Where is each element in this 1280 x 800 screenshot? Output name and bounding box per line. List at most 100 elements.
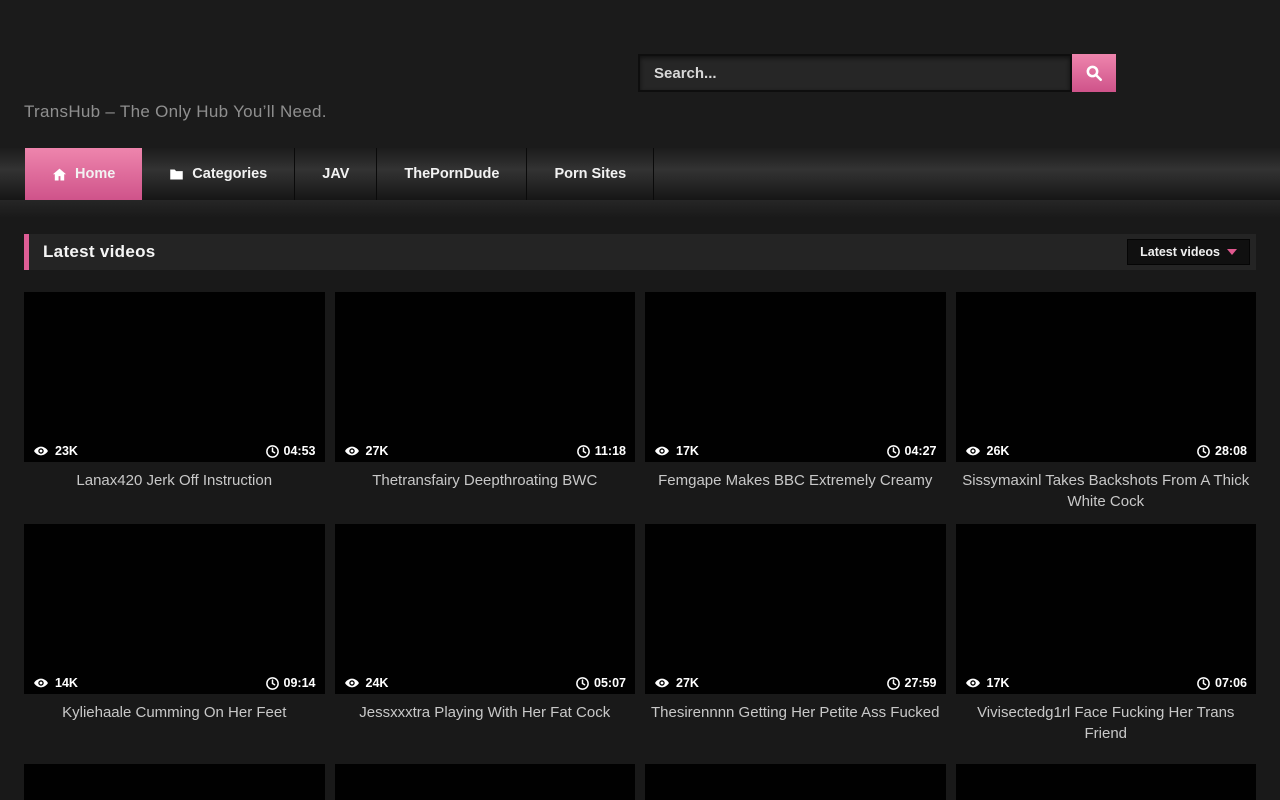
clock-icon	[265, 444, 280, 459]
duration-stat: 04:53	[265, 444, 316, 459]
clock-icon	[886, 676, 901, 691]
duration-text: 28:08	[1215, 444, 1247, 458]
views-stat: 24K	[344, 675, 389, 691]
nav-item-porn-sites[interactable]: Porn Sites	[527, 148, 654, 200]
video-card-partial[interactable]	[24, 756, 325, 800]
views-count: 17K	[987, 676, 1010, 690]
video-title[interactable]: Vivisectedg1rl Face Fucking Her Trans Fr…	[956, 694, 1257, 756]
video-title[interactable]: Jessxxxtra Playing With Her Fat Cock	[335, 694, 636, 756]
views-stat: 14K	[33, 675, 78, 691]
duration-stat: 27:59	[886, 676, 937, 691]
video-title[interactable]: Sissymaxinl Takes Backshots From A Thick…	[956, 462, 1257, 524]
search-bar	[638, 54, 1116, 92]
thumb-stats: 17K 07:06	[956, 675, 1257, 691]
video-card[interactable]: 17K 07:06 Vivisectedg1rl Face Fucking He…	[956, 524, 1257, 756]
video-title[interactable]: Thesirennnn Getting Her Petite Ass Fucke…	[645, 694, 946, 756]
video-thumbnail[interactable]: 17K 04:27	[645, 292, 946, 462]
views-stat: 17K	[965, 675, 1010, 691]
duration-stat: 05:07	[575, 676, 626, 691]
thumb-stats: 14K 09:14	[24, 675, 325, 691]
section-header: Latest videos Latest videos	[24, 234, 1256, 270]
views-count: 17K	[676, 444, 699, 458]
duration-text: 04:53	[284, 444, 316, 458]
nav-item-categories[interactable]: Categories	[142, 148, 295, 200]
nav-item-theporndude[interactable]: ThePornDude	[377, 148, 527, 200]
video-thumbnail[interactable]: 17K 07:06	[956, 524, 1257, 694]
site-tagline: TransHub – The Only Hub You’ll Need.	[24, 102, 327, 122]
nav-item-home[interactable]: Home	[25, 148, 142, 200]
video-card[interactable]: 17K 04:27 Femgape Makes BBC Extremely Cr…	[645, 292, 946, 524]
search-icon	[1085, 64, 1103, 82]
nav-label: Porn Sites	[554, 166, 626, 182]
views-count: 14K	[55, 676, 78, 690]
thumb-stats: 17K 04:27	[645, 443, 946, 459]
video-title[interactable]: Lanax420 Jerk Off Instruction	[24, 462, 325, 524]
nav-label: ThePornDude	[404, 166, 499, 182]
search-button[interactable]	[1072, 54, 1116, 92]
nav-label: Home	[75, 166, 115, 182]
duration-text: 09:14	[284, 676, 316, 690]
video-thumbnail[interactable]	[24, 764, 325, 800]
video-title[interactable]: Thetransfairy Deepthroating BWC	[335, 462, 636, 524]
video-card-partial[interactable]	[956, 756, 1257, 800]
eye-icon	[654, 443, 670, 459]
video-title[interactable]: Femgape Makes BBC Extremely Creamy	[645, 462, 946, 524]
thumb-stats: 24K 05:07	[335, 675, 636, 691]
duration-stat: 09:14	[265, 676, 316, 691]
eye-icon	[965, 675, 981, 691]
main-nav: Home Categories JAV ThePornDude Porn Sit…	[0, 148, 1280, 200]
video-card-partial[interactable]	[335, 756, 636, 800]
video-card-partial[interactable]	[645, 756, 946, 800]
nav-item-jav[interactable]: JAV	[295, 148, 377, 200]
video-thumbnail[interactable]: 14K 09:14	[24, 524, 325, 694]
folder-icon	[169, 167, 184, 182]
video-grid: 23K 04:53 Lanax420 Jerk Off Instruction	[24, 292, 1256, 800]
clock-icon	[1196, 676, 1211, 691]
video-thumbnail[interactable]: 27K 11:18	[335, 292, 636, 462]
video-thumbnail[interactable]	[956, 764, 1257, 800]
views-stat: 17K	[654, 443, 699, 459]
video-card[interactable]: 24K 05:07 Jessxxxtra Playing With Her Fa…	[335, 524, 636, 756]
duration-text: 04:27	[905, 444, 937, 458]
video-card[interactable]: 26K 28:08 Sissymaxinl Takes Backshots Fr…	[956, 292, 1257, 524]
clock-icon	[886, 444, 901, 459]
eye-icon	[654, 675, 670, 691]
nav-label: JAV	[322, 166, 349, 182]
search-input[interactable]	[638, 54, 1072, 92]
duration-text: 05:07	[594, 676, 626, 690]
thumb-stats: 27K 27:59	[645, 675, 946, 691]
sort-dropdown-label: Latest videos	[1140, 245, 1220, 259]
section-title: Latest videos	[43, 242, 156, 262]
video-thumbnail[interactable]: 23K 04:53	[24, 292, 325, 462]
video-thumbnail[interactable]: 26K 28:08	[956, 292, 1257, 462]
video-title[interactable]: Kyliehaale Cumming On Her Feet	[24, 694, 325, 756]
video-card[interactable]: 27K 11:18 Thetransfairy Deepthroating BW…	[335, 292, 636, 524]
site-header: TransHub – The Only Hub You’ll Need.	[0, 0, 1280, 148]
views-count: 23K	[55, 444, 78, 458]
clock-icon	[1196, 444, 1211, 459]
video-card[interactable]: 23K 04:53 Lanax420 Jerk Off Instruction	[24, 292, 325, 524]
home-icon	[52, 167, 67, 182]
views-stat: 23K	[33, 443, 78, 459]
video-thumbnail[interactable]	[645, 764, 946, 800]
duration-text: 07:06	[1215, 676, 1247, 690]
thumb-stats: 26K 28:08	[956, 443, 1257, 459]
video-thumbnail[interactable]	[335, 764, 636, 800]
eye-icon	[965, 443, 981, 459]
video-thumbnail[interactable]: 24K 05:07	[335, 524, 636, 694]
video-thumbnail[interactable]: 27K 27:59	[645, 524, 946, 694]
duration-stat: 11:18	[576, 444, 626, 459]
nav-label: Categories	[192, 166, 267, 182]
eye-icon	[344, 675, 360, 691]
video-card[interactable]: 14K 09:14 Kyliehaale Cumming On Her Feet	[24, 524, 325, 756]
views-stat: 26K	[965, 443, 1010, 459]
video-card[interactable]: 27K 27:59 Thesirennnn Getting Her Petite…	[645, 524, 946, 756]
sort-dropdown[interactable]: Latest videos	[1127, 239, 1250, 265]
duration-text: 27:59	[905, 676, 937, 690]
views-count: 27K	[676, 676, 699, 690]
thumb-stats: 27K 11:18	[335, 443, 636, 459]
clock-icon	[576, 444, 591, 459]
clock-icon	[265, 676, 280, 691]
duration-stat: 07:06	[1196, 676, 1247, 691]
views-stat: 27K	[654, 675, 699, 691]
